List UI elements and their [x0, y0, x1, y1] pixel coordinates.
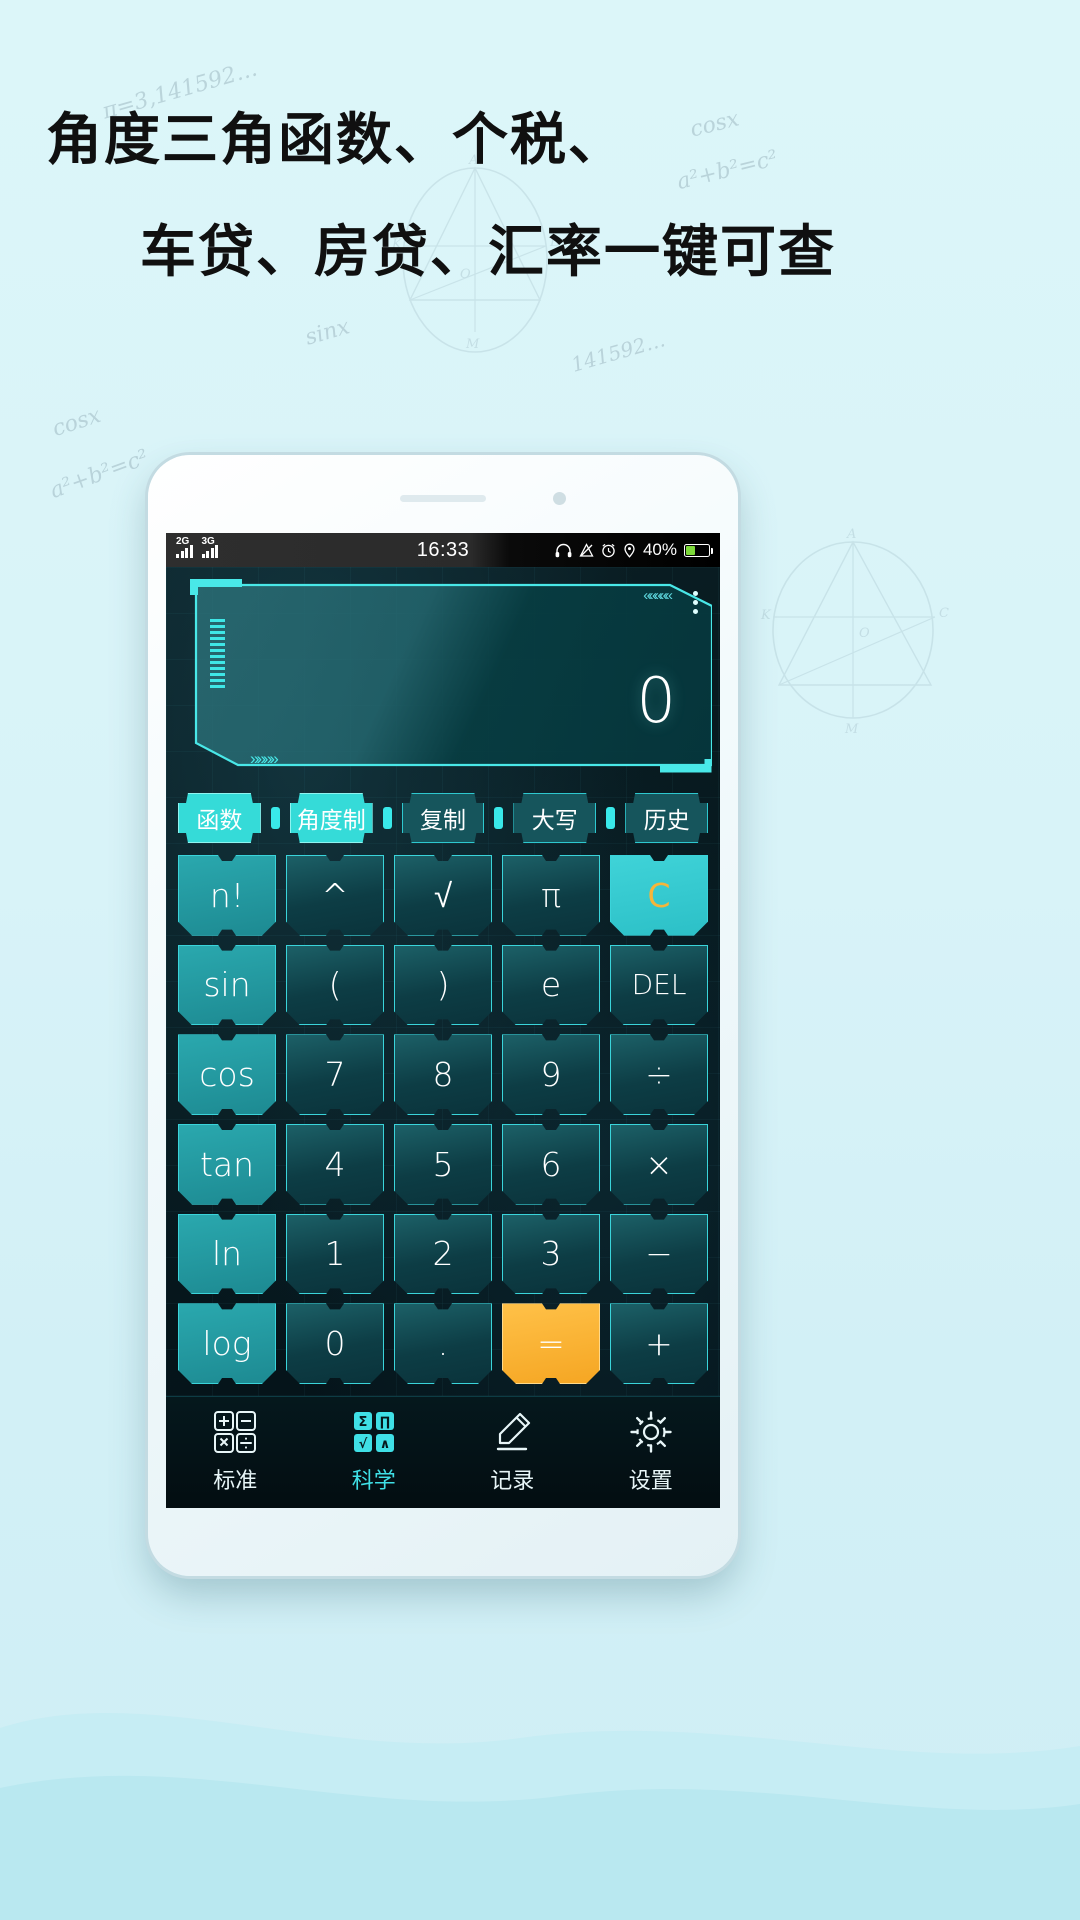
key-0[interactable]: 0 — [286, 1303, 384, 1384]
function-button-0[interactable]: 函数 — [178, 793, 261, 843]
page-headline: 角度三角函数、个税、 车贷、房贷、汇率一键可查 — [0, 106, 1080, 288]
function-separator — [494, 807, 504, 829]
function-button-3[interactable]: 大写 — [513, 793, 596, 843]
key-9[interactable]: 9 — [502, 1034, 600, 1115]
key-[interactable]: × — [610, 1124, 708, 1205]
pencil-icon — [490, 1410, 534, 1454]
key-[interactable]: √ — [394, 855, 492, 936]
key-[interactable]: − — [610, 1214, 708, 1295]
battery-icon — [684, 543, 713, 557]
key-n[interactable]: n! — [178, 855, 276, 936]
key-DEL[interactable]: DEL — [610, 945, 708, 1026]
function-button-1[interactable]: 角度制 — [290, 793, 373, 843]
key-5[interactable]: 5 — [394, 1124, 492, 1205]
key-[interactable]: ) — [394, 945, 492, 1026]
tab-label: 科学 — [351, 1469, 396, 1494]
display-tick-marks — [210, 619, 225, 688]
tab-2[interactable]: Σ ∏ √ ∧ 科学 — [305, 1397, 444, 1508]
scientific-icon: Σ ∏ √ ∧ — [352, 1410, 396, 1454]
tab-1[interactable]: 标准 — [166, 1397, 305, 1508]
display-chevron-top-right: ««««« — [643, 587, 673, 604]
key-[interactable]: = — [502, 1303, 600, 1384]
phone-speaker — [400, 495, 486, 502]
key-[interactable]: π — [502, 855, 600, 936]
key-log[interactable]: log — [178, 1303, 276, 1384]
display-value: 0 — [636, 664, 676, 737]
key-sin[interactable]: sin — [178, 945, 276, 1026]
svg-text:∏: ∏ — [380, 1415, 390, 1430]
svg-text:√: √ — [358, 1437, 367, 1452]
tab-3[interactable]: 记录 — [443, 1397, 582, 1508]
phone-mockup: 2G 3G 16:33 40% »»»» ««««« 0 函数 角度制 复制 大… — [148, 455, 738, 1576]
key-[interactable]: ^ — [286, 855, 384, 936]
function-button-2[interactable]: 复制 — [402, 793, 485, 843]
function-separator — [382, 807, 392, 829]
battery-percent-label: 40% — [642, 540, 677, 559]
function-button-4[interactable]: 历史 — [625, 793, 708, 843]
key-tan[interactable]: tan — [178, 1124, 276, 1205]
key-8[interactable]: 8 — [394, 1034, 492, 1115]
key-7[interactable]: 7 — [286, 1034, 384, 1115]
display-chevron-right: »»»» — [250, 749, 279, 768]
calculator-app: »»»» ««««« 0 函数 角度制 复制 大写 历史 n! ^ √ π Csin() e DEL… — [166, 567, 720, 1508]
four-operations-icon — [213, 1410, 257, 1454]
gear-icon — [629, 1410, 673, 1454]
key-[interactable]: ÷ — [610, 1034, 708, 1115]
phone-camera — [553, 492, 566, 505]
keypad: n! ^ √ π Csin() e DEL cos 7 8 9 ÷ tan 4 5 6 × ln 1 2 3− log 0.… — [166, 843, 720, 1396]
key-[interactable]: ( — [286, 945, 384, 1026]
key-1[interactable]: 1 — [286, 1214, 384, 1295]
mute-icon — [579, 542, 594, 557]
phone-screen: 2G 3G 16:33 40% »»»» ««««« 0 函数 角度制 复制 大… — [166, 533, 720, 1508]
function-row: 函数 角度制 复制 大写 历史 — [178, 793, 708, 843]
key-[interactable]: + — [610, 1303, 708, 1384]
status-bar: 2G 3G 16:33 40% — [166, 533, 720, 567]
key-6[interactable]: 6 — [502, 1124, 600, 1205]
status-icons: 40% — [555, 540, 713, 560]
tab-4[interactable]: 设置 — [582, 1397, 721, 1508]
kebab-menu-icon[interactable] — [693, 591, 698, 614]
key-e[interactable]: e — [502, 945, 600, 1026]
key-cos[interactable]: cos — [178, 1034, 276, 1115]
function-separator — [606, 807, 616, 829]
key-C[interactable]: C — [610, 855, 708, 936]
svg-text:Σ: Σ — [358, 1415, 367, 1430]
headline-line-1: 角度三角函数、个税、 — [46, 108, 626, 173]
key-3[interactable]: 3 — [502, 1214, 600, 1295]
phone-chin — [148, 1508, 738, 1576]
key-[interactable]: . — [394, 1303, 492, 1384]
function-separator — [270, 807, 280, 829]
headphone-icon — [555, 543, 572, 557]
key-2[interactable]: 2 — [394, 1214, 492, 1295]
tab-label: 设置 — [628, 1469, 673, 1494]
tab-label: 标准 — [213, 1469, 258, 1494]
svg-text:∧: ∧ — [379, 1437, 390, 1452]
tab-label: 记录 — [490, 1469, 535, 1494]
background-wave — [0, 1560, 1080, 1920]
alarm-icon — [602, 543, 615, 557]
display-area: »»»» ««««« 0 — [174, 573, 712, 781]
key-ln[interactable]: ln — [178, 1214, 276, 1295]
bottom-tab-bar: 标准 Σ ∏ √ ∧ 科学 记录 设置 — [166, 1396, 720, 1508]
key-4[interactable]: 4 — [286, 1124, 384, 1205]
location-icon — [624, 543, 635, 558]
headline-line-2: 车贷、房贷、汇率一键可查 — [140, 220, 836, 285]
